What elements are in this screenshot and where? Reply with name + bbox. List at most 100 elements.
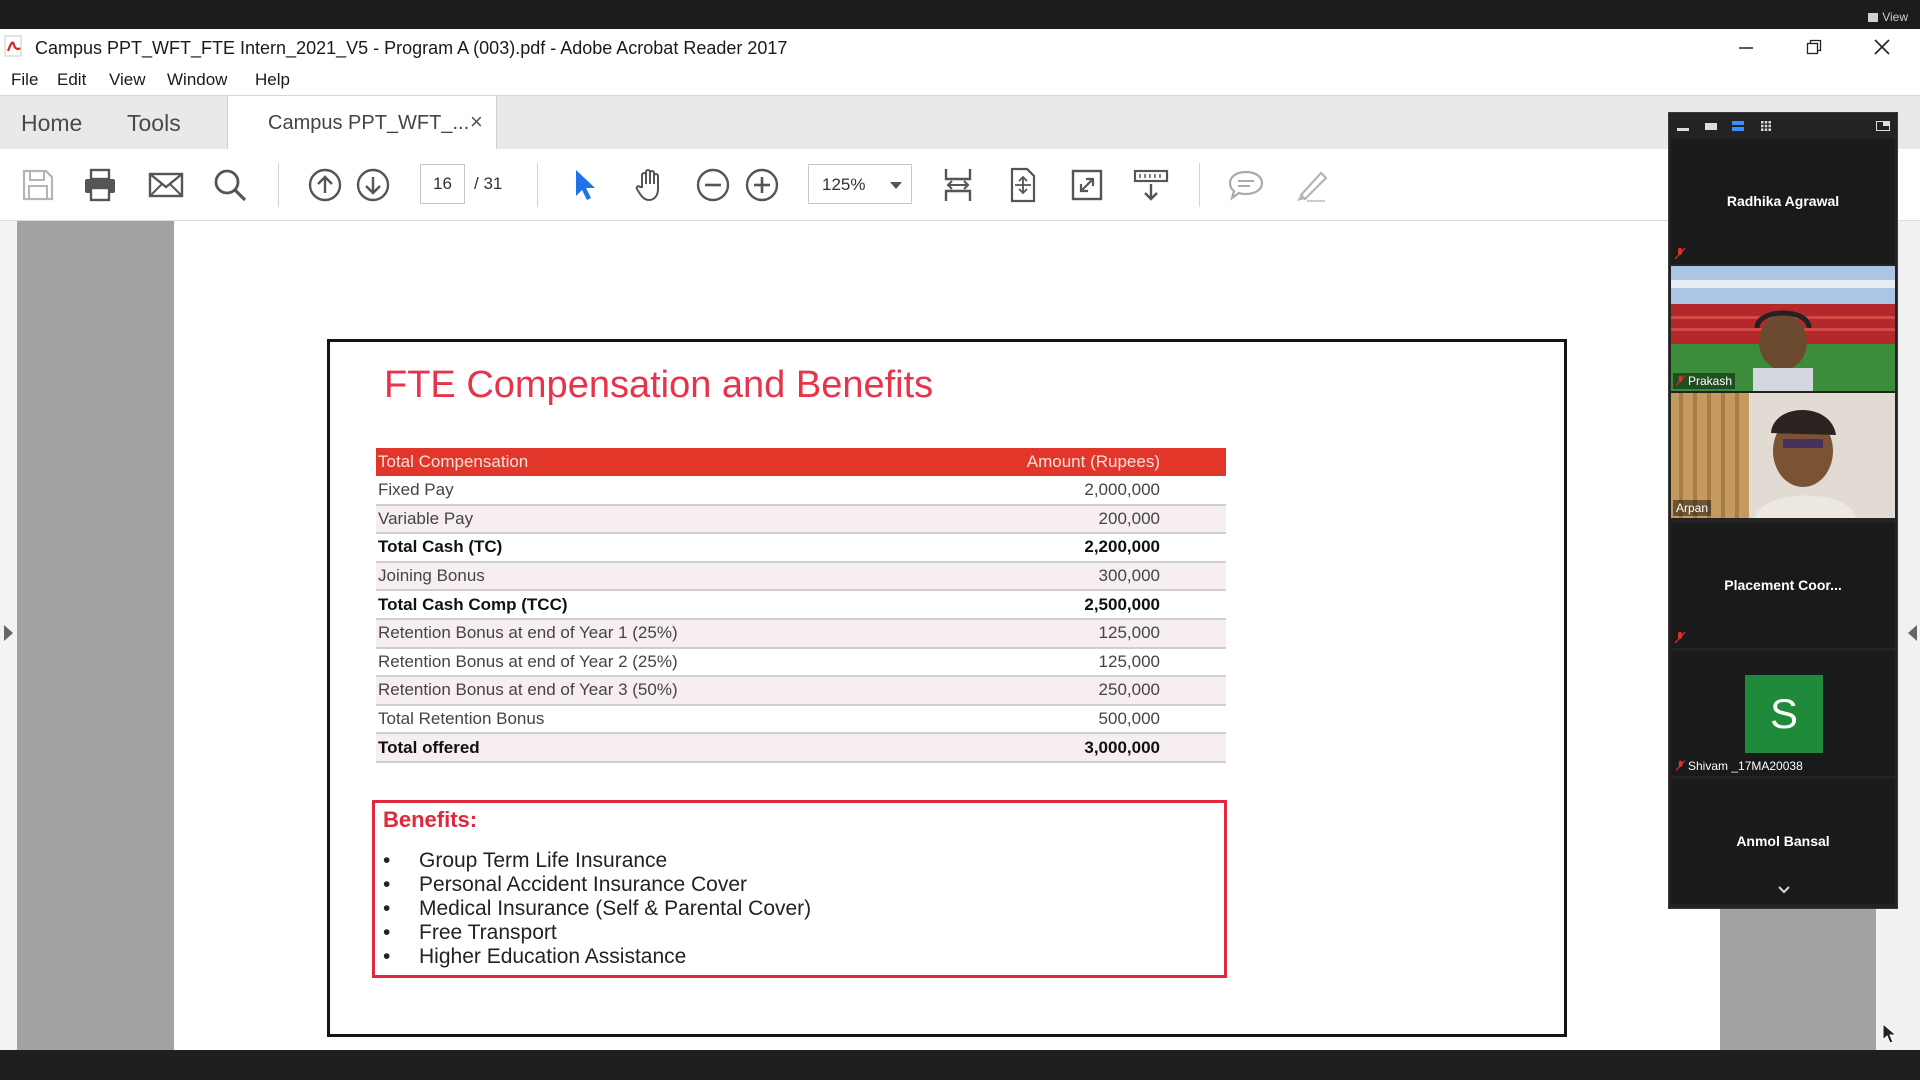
participant-video-tile[interactable]: Prakash	[1671, 266, 1895, 391]
table-row: Joining Bonus 300,000	[376, 561, 1226, 592]
participant-video-tile[interactable]: Arpan	[1671, 393, 1895, 518]
menu-window[interactable]: Window	[167, 70, 227, 90]
row-amount: 500,000	[885, 704, 1226, 735]
participant-name: Shivam _17MA20038	[1688, 759, 1803, 773]
row-amount: 2,000,000	[885, 476, 1226, 506]
avatar: S	[1745, 675, 1823, 753]
speaker-view-icon[interactable]	[1732, 121, 1744, 131]
row-label: Total Cash Comp (TCC)	[376, 590, 886, 620]
close-icon	[1874, 39, 1890, 55]
menu-file[interactable]: File	[11, 70, 38, 90]
benefits-heading: Benefits:	[383, 807, 478, 832]
chevron-down-icon	[890, 182, 902, 189]
pdf-slide: FTE Compensation and Benefits Total Comp…	[327, 339, 1567, 1037]
page-number-input[interactable]: 16	[420, 164, 465, 204]
benefit-text: Group Term Life Insurance	[419, 849, 668, 872]
row-label: Total Cash (TC)	[376, 533, 886, 563]
table-row: Total Cash (TC) 2,200,000	[376, 533, 1226, 563]
title-bar: Campus PPT_WFT_FTE Intern_2021_V5 - Prog…	[0, 29, 1920, 65]
benefit-item: • Group Term Life Insurance	[383, 849, 811, 873]
menu-view[interactable]: View	[109, 70, 146, 90]
benefit-text: Free Transport	[419, 921, 557, 944]
next-page-icon[interactable]	[353, 165, 393, 205]
participant-name: Arpan	[1676, 501, 1709, 515]
print-icon[interactable]	[80, 165, 120, 205]
tab-document[interactable]: Campus PPT_WFT_... ×	[227, 96, 497, 150]
table-row: Total Cash Comp (TCC) 2,500,000	[376, 590, 1226, 620]
menu-bar: File Edit View Window Help	[0, 65, 1920, 95]
benefit-item: • Higher Education Assistance	[383, 945, 811, 969]
pop-out-icon[interactable]	[1876, 121, 1890, 131]
row-amount: 125,000	[885, 618, 1226, 649]
participant-tile[interactable]: Radhika Agrawal	[1671, 139, 1895, 264]
strip-view-icon[interactable]	[1705, 121, 1717, 131]
screen-share-bottom-bar	[0, 1050, 1920, 1080]
expand-right-icon[interactable]	[1908, 625, 1917, 641]
participant-label: Shivam _17MA20038	[1673, 758, 1806, 774]
save-icon[interactable]	[18, 165, 58, 205]
minimize-button[interactable]	[1726, 33, 1766, 61]
row-label: Variable Pay	[376, 504, 886, 535]
read-mode-icon[interactable]	[1131, 165, 1171, 205]
page-total: / 31	[474, 174, 503, 193]
gallery-view-icon[interactable]	[1760, 121, 1772, 131]
participant-tile[interactable]: Placement Coor...	[1671, 523, 1895, 648]
menu-edit[interactable]: Edit	[57, 70, 86, 90]
panel-controls	[1669, 113, 1897, 139]
table-header-row: Total Compensation Amount (Rupees)	[376, 448, 1226, 476]
minimize-panel-icon[interactable]	[1677, 121, 1689, 131]
close-button[interactable]	[1862, 33, 1902, 61]
zoom-select[interactable]: 125%	[808, 164, 912, 204]
row-label: Retention Bonus at end of Year 1 (25%)	[376, 618, 886, 649]
row-amount: 3,000,000	[885, 733, 1226, 763]
tab-tools[interactable]: Tools	[127, 110, 181, 137]
fit-width-icon[interactable]	[938, 165, 978, 205]
toolbar-separator	[1199, 163, 1200, 207]
benefits-list: • Group Term Life Insurance • Personal Acci…	[383, 849, 811, 969]
participant-tile[interactable]: S Shivam _17MA20038	[1671, 651, 1895, 776]
fit-page-icon[interactable]	[1003, 165, 1043, 205]
prev-page-icon[interactable]	[305, 165, 345, 205]
menu-help[interactable]: Help	[255, 70, 290, 90]
tab-document-label: Campus PPT_WFT_...	[268, 112, 470, 134]
restore-icon	[1806, 39, 1822, 55]
select-cursor-icon[interactable]	[565, 165, 605, 205]
window-title: Campus PPT_WFT_FTE Intern_2021_V5 - Prog…	[35, 38, 788, 58]
acrobat-logo-icon	[4, 35, 22, 57]
screen: View Campus PPT_WFT_FTE Intern_2021_V5 -…	[0, 0, 1920, 1080]
highlight-icon[interactable]	[1291, 165, 1331, 205]
email-icon[interactable]	[146, 165, 186, 205]
header-amount: Amount (Rupees)	[885, 448, 1226, 476]
bullet: •	[383, 921, 391, 944]
header-total-compensation: Total Compensation	[376, 448, 886, 476]
participant-label: Prakash	[1673, 373, 1736, 389]
row-amount: 2,500,000	[885, 590, 1226, 620]
tab-home[interactable]: Home	[21, 110, 82, 137]
chevron-down-icon[interactable]	[1777, 883, 1791, 897]
row-amount: 2,200,000	[885, 533, 1226, 563]
zoom-out-icon[interactable]	[693, 165, 733, 205]
tab-close-icon[interactable]: ×	[470, 109, 483, 135]
row-label: Joining Bonus	[376, 561, 886, 592]
compensation-table-body: Fixed Pay 2,000,000 Variable Pay 200,000 Tot…	[376, 476, 1226, 763]
expand-left-icon	[4, 625, 13, 641]
row-label: Retention Bonus at end of Year 3 (50%)	[376, 676, 886, 706]
zoom-in-icon[interactable]	[742, 165, 782, 205]
comment-icon[interactable]	[1226, 165, 1266, 205]
row-label: Total offered	[376, 733, 886, 763]
fullscreen-icon[interactable]	[1067, 165, 1107, 205]
toolbar-separator	[537, 163, 538, 207]
view-button[interactable]: View	[1868, 10, 1908, 24]
toolbar-separator	[278, 163, 279, 207]
screen-share-bar: View	[0, 0, 1920, 29]
hand-icon[interactable]	[630, 165, 670, 205]
table-row: Variable Pay 200,000	[376, 504, 1226, 535]
navigation-pane-toggle[interactable]	[0, 221, 17, 1050]
benefits-box: Benefits: • Group Term Life Insurance • Per…	[372, 800, 1227, 978]
restore-button[interactable]	[1794, 33, 1834, 61]
search-icon[interactable]	[210, 165, 250, 205]
compensation-table: Total Compensation Amount (Rupees) Fixed…	[376, 448, 1226, 763]
participant-name: Prakash	[1688, 374, 1733, 388]
table-row: Retention Bonus at end of Year 1 (25%) 12…	[376, 618, 1226, 649]
benefit-text: Higher Education Assistance	[419, 945, 687, 968]
